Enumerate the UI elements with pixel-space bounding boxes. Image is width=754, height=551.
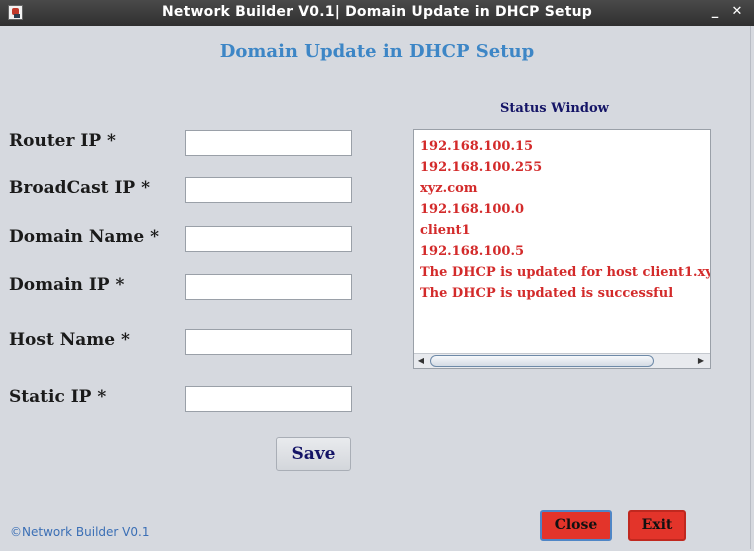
domain-ip-input[interactable] xyxy=(185,274,352,300)
status-log: 192.168.100.15 192.168.100.255 xyz.com 1… xyxy=(420,138,710,306)
broadcast-ip-label: BroadCast IP * xyxy=(9,178,150,198)
router-ip-input[interactable] xyxy=(185,130,352,156)
app-window: Network Builder V0.1| Domain Update in D… xyxy=(0,0,754,551)
status-line: 192.168.100.15 xyxy=(420,139,534,154)
status-line: 192.168.100.255 xyxy=(420,160,543,175)
horizontal-scrollbar[interactable]: ◀ ▶ xyxy=(414,353,710,368)
scroll-left-icon[interactable]: ◀ xyxy=(414,355,428,367)
footer-copyright: ©Network Builder V0.1 xyxy=(10,525,150,539)
status-line: The DHCP is updated for host client1.xyz… xyxy=(420,265,710,280)
domain-ip-label: Domain IP * xyxy=(9,275,125,295)
status-line: 192.168.100.0 xyxy=(420,202,525,217)
domain-name-input[interactable] xyxy=(185,226,352,252)
domain-name-label: Domain Name * xyxy=(9,227,159,247)
status-line: xyz.com xyxy=(420,181,478,196)
close-button[interactable]: Close xyxy=(540,510,612,541)
status-line: client1 xyxy=(420,223,471,238)
broadcast-ip-input[interactable] xyxy=(185,177,352,203)
scroll-right-icon[interactable]: ▶ xyxy=(694,355,708,367)
close-icon[interactable]: ✕ xyxy=(728,3,746,21)
static-ip-label: Static IP * xyxy=(9,387,107,407)
save-button[interactable]: Save xyxy=(276,437,351,471)
router-ip-label: Router IP * xyxy=(9,131,116,151)
page-title: Domain Update in DHCP Setup xyxy=(219,41,535,62)
title-bar[interactable]: Network Builder V0.1| Domain Update in D… xyxy=(0,0,754,26)
minimize-icon[interactable]: _ xyxy=(706,3,724,21)
exit-button[interactable]: Exit xyxy=(628,510,686,541)
static-ip-input[interactable] xyxy=(185,386,352,412)
status-line: The DHCP is updated is successful xyxy=(420,286,674,301)
host-name-input[interactable] xyxy=(185,329,352,355)
status-window[interactable]: 192.168.100.15 192.168.100.255 xyz.com 1… xyxy=(413,129,711,369)
status-window-title: Status Window xyxy=(500,101,609,116)
scrollbar-thumb[interactable] xyxy=(430,355,654,367)
status-line: 192.168.100.5 xyxy=(420,244,525,259)
host-name-label: Host Name * xyxy=(9,330,130,350)
window-title: Network Builder V0.1| Domain Update in D… xyxy=(162,4,592,20)
